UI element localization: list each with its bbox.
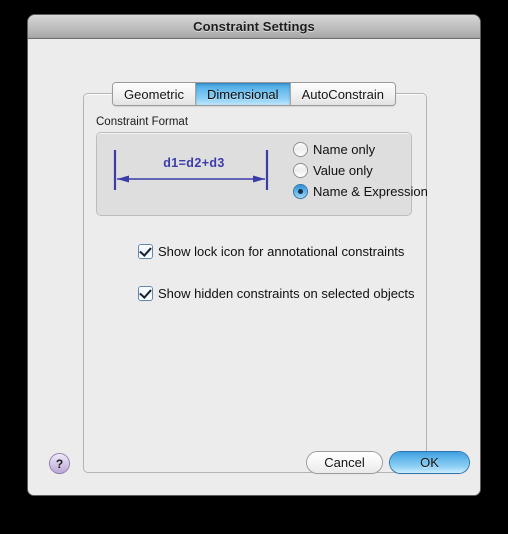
dialog-footer: ? Cancel OK <box>28 449 480 495</box>
tab-geometric[interactable]: Geometric <box>113 83 197 105</box>
constraint-format-group-label: Constraint Format <box>96 116 189 128</box>
radio-option-value-only[interactable]: Value only <box>294 161 434 180</box>
checkbox-show-hidden-constraints[interactable]: Show hidden constraints on selected obje… <box>139 284 429 302</box>
radio-button-icon[interactable] <box>294 164 307 177</box>
checkmark-icon[interactable] <box>139 244 152 258</box>
radio-button-selected-icon[interactable] <box>294 185 307 198</box>
tab-autoconstrain[interactable]: AutoConstrain <box>290 83 395 105</box>
tab-bar: Geometric Dimensional AutoConstrain <box>28 82 480 106</box>
radio-option-name-only[interactable]: Name only <box>294 140 434 159</box>
help-button[interactable]: ? <box>50 454 69 473</box>
tab-dimensional[interactable]: Dimensional <box>196 83 291 105</box>
cancel-button[interactable]: Cancel <box>307 452 382 473</box>
tab-content-panel: Constraint Format d1=d2+d3 Name only Val… <box>83 93 429 473</box>
constraint-settings-dialog: Constraint Settings Constraint Format d1… <box>28 15 480 495</box>
options-checkbox-list: Show lock icon for annotational constrai… <box>139 242 429 302</box>
dimension-preview: d1=d2+d3 <box>110 144 278 202</box>
dialog-body: Constraint Format d1=d2+d3 Name only Val… <box>28 39 480 495</box>
constraint-format-radio-group: Name only Value only Name & Expression <box>294 140 434 203</box>
checkbox-label: Show lock icon for annotational constrai… <box>158 243 405 259</box>
checkbox-show-lock-icon[interactable]: Show lock icon for annotational constrai… <box>139 242 429 260</box>
tab-strip: Geometric Dimensional AutoConstrain <box>112 82 396 106</box>
window-title: Constraint Settings <box>193 19 315 34</box>
radio-button-icon[interactable] <box>294 143 307 156</box>
dimension-line-graphic <box>113 150 269 190</box>
dimension-preview-text: d1=d2+d3 <box>163 156 225 170</box>
window-titlebar: Constraint Settings <box>28 15 480 39</box>
radio-option-label: Name & Expression <box>313 184 428 199</box>
checkmark-icon[interactable] <box>139 286 152 300</box>
constraint-format-group: Constraint Format d1=d2+d3 Name only Val… <box>96 116 428 216</box>
radio-option-label: Name only <box>313 142 376 157</box>
radio-option-name-and-expression[interactable]: Name & Expression <box>294 182 434 201</box>
radio-option-label: Value only <box>313 163 373 178</box>
checkbox-label: Show hidden constraints on selected obje… <box>158 285 415 301</box>
ok-button[interactable]: OK <box>390 452 469 473</box>
